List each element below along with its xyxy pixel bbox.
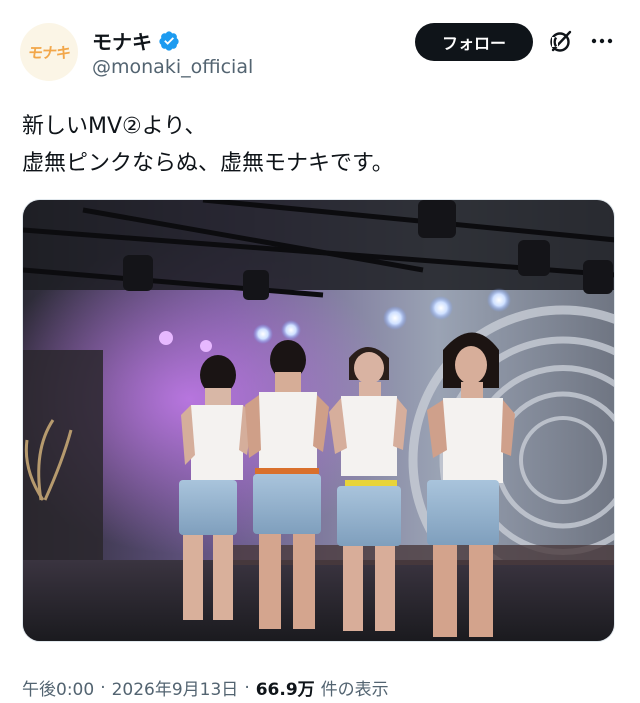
tweet-date[interactable]: 2026年9月13日: [112, 675, 239, 700]
author-handle[interactable]: @monaki_official: [92, 56, 253, 78]
views-count: 66.9万: [255, 680, 315, 700]
verified-badge-icon: [159, 30, 179, 51]
author-name-row: モナキ: [92, 26, 180, 55]
follow-button[interactable]: フォロー: [415, 23, 533, 61]
meta-separator: ·: [100, 677, 106, 698]
avatar[interactable]: モナキ: [20, 23, 78, 81]
tweet-time[interactable]: 午後0:00: [22, 675, 94, 700]
avatar-logo-text: モナキ: [26, 43, 72, 62]
more-icon[interactable]: [590, 30, 614, 52]
views-label: 件の表示: [320, 680, 389, 700]
tweet-photo[interactable]: [22, 199, 615, 642]
author-display-name[interactable]: モナキ: [92, 26, 152, 55]
tweet-meta: 午後0:00 · 2026年9月13日 · 66.9万 件の表示: [22, 675, 389, 701]
stage-photo-illustration: [23, 200, 614, 641]
tweet-text: 新しいMV②より、 虚無ピンクならぬ、虚無モナキです。: [22, 114, 394, 176]
meta-separator: ·: [244, 677, 250, 698]
grok-icon[interactable]: [548, 28, 574, 54]
